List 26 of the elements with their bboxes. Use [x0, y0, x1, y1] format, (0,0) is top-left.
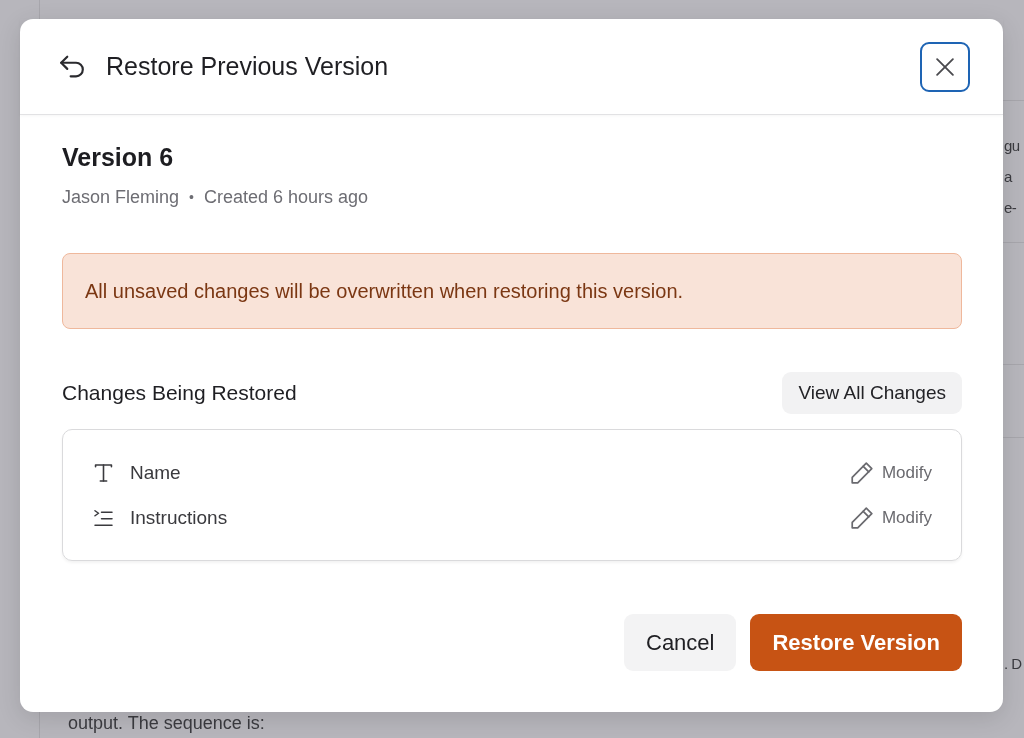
close-button[interactable]	[920, 41, 970, 92]
view-all-changes-button[interactable]: View All Changes	[782, 372, 962, 414]
background-text: a	[1003, 167, 1014, 187]
section-heading: Changes Being Restored	[62, 381, 297, 405]
restore-version-button[interactable]: Restore Version	[750, 614, 962, 671]
field-name: Name	[130, 461, 181, 484]
modify-button[interactable]: Modify	[850, 506, 932, 529]
modify-button[interactable]: Modify	[850, 461, 932, 484]
background-text: gu	[1003, 136, 1021, 156]
cancel-button[interactable]: Cancel	[624, 614, 737, 671]
pencil-icon	[850, 461, 873, 484]
background-text: e-	[1003, 198, 1018, 218]
background-text: output. The sequence is:	[68, 712, 266, 734]
field-name: Instructions	[130, 506, 228, 529]
background-text: . D	[1003, 654, 1023, 674]
warning-text: All unsaved changes will be overwritten when restoring this version.	[85, 279, 684, 303]
dialog-title: Restore Previous Version	[106, 52, 389, 81]
text-type-icon	[94, 463, 113, 482]
indented-list-icon	[94, 508, 113, 527]
created-time: Created 6 hours ago	[203, 186, 369, 209]
undo-arrow-icon	[58, 54, 86, 79]
author-name: Jason Fleming	[62, 186, 180, 209]
separator-dot: •	[189, 188, 194, 207]
pencil-icon	[850, 506, 873, 529]
close-icon	[936, 57, 954, 76]
version-title: Version 6	[62, 142, 174, 172]
